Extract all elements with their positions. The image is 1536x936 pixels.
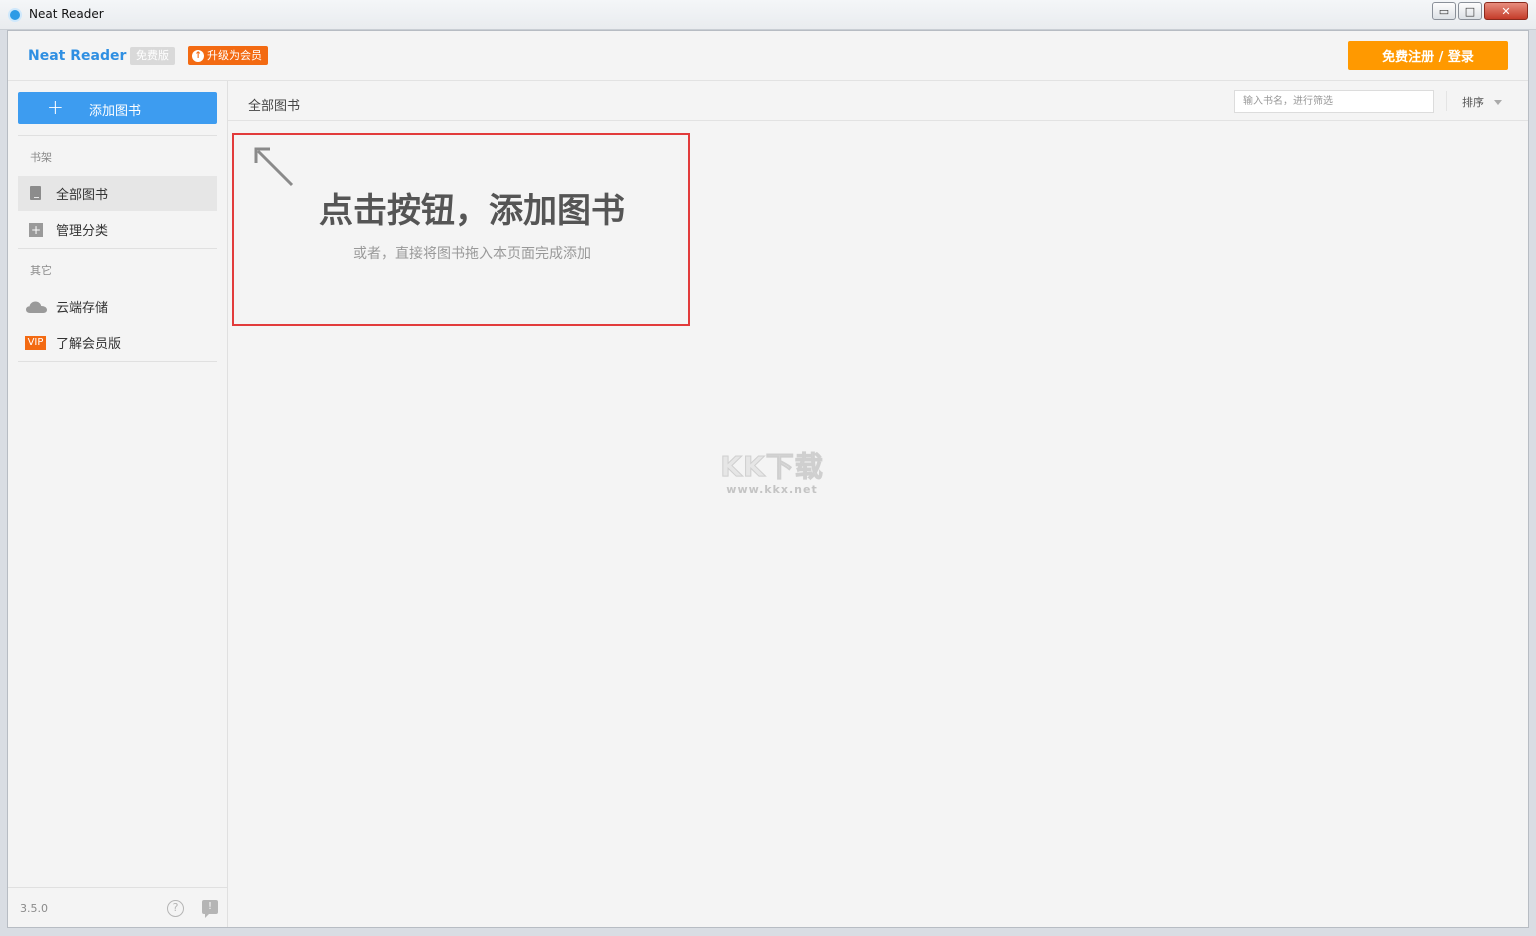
search-input[interactable] xyxy=(1234,90,1434,113)
watermark-logo: KK下载 xyxy=(720,450,824,484)
maximize-button[interactable]: □ xyxy=(1458,2,1482,20)
divider xyxy=(18,135,217,136)
brand-name: Neat Reader xyxy=(28,48,127,64)
main-content: 全部图书 排序 点击按钮，添加图书 或者，直接将图书拖入本页面完成添加 KK下载… xyxy=(228,81,1528,927)
empty-state-title: 点击按钮，添加图书 xyxy=(319,191,625,231)
divider xyxy=(18,361,217,362)
empty-state-subtitle: 或者，直接将图书拖入本页面完成添加 xyxy=(353,246,591,262)
register-login-button[interactable]: 免费注册 / 登录 xyxy=(1348,41,1508,70)
book-icon xyxy=(30,186,41,200)
sidebar-item-label: 全部图书 xyxy=(56,188,109,203)
section-label-bookshelf: 书架 xyxy=(30,151,52,164)
plus-icon: + xyxy=(47,95,64,119)
upgrade-button[interactable]: ↑ 升级为会员 xyxy=(188,46,268,65)
sort-label: 排序 xyxy=(1462,96,1484,109)
empty-state-hint: 点击按钮，添加图书 或者，直接将图书拖入本页面完成添加 xyxy=(232,133,690,326)
vip-icon: VIP xyxy=(25,336,46,350)
help-icon[interactable]: ? xyxy=(167,900,184,917)
arrow-up-icon: ↑ xyxy=(192,49,204,62)
divider xyxy=(18,248,217,249)
sidebar-item-vip[interactable]: VIP 了解会员版 xyxy=(18,325,217,360)
window-controls: ▭ □ ✕ xyxy=(1432,2,1528,20)
app-logo-icon xyxy=(8,8,22,22)
app-header: Neat Reader 免费版 ↑ 升级为会员 免费注册 / 登录 xyxy=(8,31,1528,81)
chevron-down-icon xyxy=(1494,99,1502,105)
feedback-icon[interactable]: ! xyxy=(202,900,218,918)
close-button[interactable]: ✕ xyxy=(1484,2,1528,20)
section-label-other: 其它 xyxy=(30,264,52,277)
cloud-icon xyxy=(26,301,47,313)
add-book-label: 添加图书 xyxy=(89,104,142,119)
add-book-button[interactable]: + 添加图书 xyxy=(18,92,217,124)
sidebar-item-cloud-storage[interactable]: 云端存储 xyxy=(18,289,217,324)
free-edition-badge: 免费版 xyxy=(130,47,175,65)
minimize-button[interactable]: ▭ xyxy=(1432,2,1456,20)
main-toolbar: 全部图书 排序 xyxy=(228,81,1528,121)
sidebar: + 添加图书 书架 全部图书 + 管理分类 其它 云端存储 VIP 了解会员版 … xyxy=(8,81,228,927)
plus-box-icon: + xyxy=(29,223,43,237)
window-title: Neat Reader xyxy=(29,7,104,21)
divider xyxy=(1446,91,1447,111)
sidebar-item-manage-categories[interactable]: + 管理分类 xyxy=(18,212,217,247)
window-titlebar: Neat Reader ▭ □ ✕ xyxy=(0,0,1536,30)
sidebar-item-all-books[interactable]: 全部图书 xyxy=(18,176,217,211)
version-label: 3.5.0 xyxy=(20,902,48,915)
sort-dropdown[interactable]: 排序 xyxy=(1462,94,1502,110)
sidebar-item-label: 管理分类 xyxy=(56,224,109,239)
page-title: 全部图书 xyxy=(248,99,301,114)
watermark: KK下载 www.kkx.net xyxy=(712,445,832,505)
sidebar-item-label: 云端存储 xyxy=(56,301,109,316)
sidebar-footer: 3.5.0 ? ! xyxy=(8,887,227,927)
sidebar-item-label: 了解会员版 xyxy=(56,337,122,352)
app-frame: Neat Reader 免费版 ↑ 升级为会员 免费注册 / 登录 + 添加图书… xyxy=(7,30,1529,928)
upgrade-label: 升级为会员 xyxy=(207,49,262,62)
watermark-url: www.kkx.net xyxy=(726,483,818,496)
